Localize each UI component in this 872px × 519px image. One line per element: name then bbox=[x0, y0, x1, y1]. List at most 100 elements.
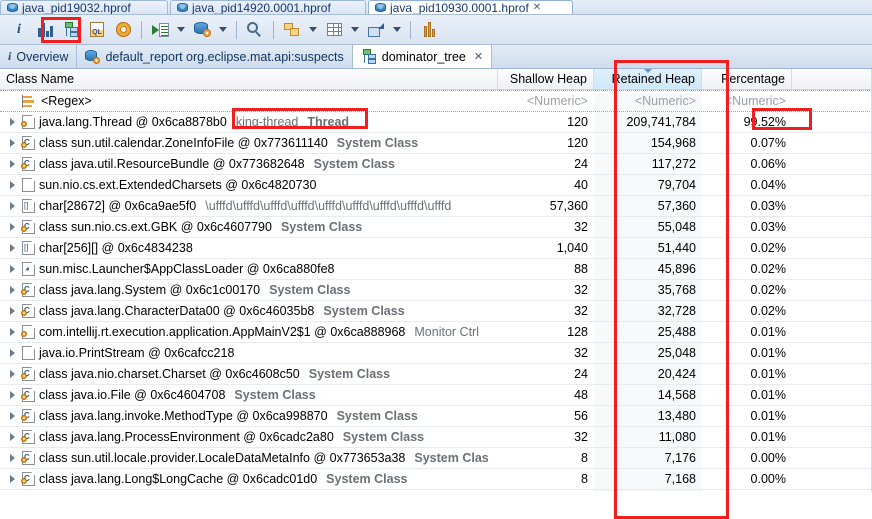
column-header-shallow-heap[interactable]: Shallow Heap bbox=[498, 69, 594, 89]
filter-cell-shallow-heap[interactable]: <Numeric> bbox=[498, 91, 594, 111]
table-icon[interactable] bbox=[321, 18, 347, 42]
expand-arrow-icon[interactable] bbox=[6, 202, 18, 210]
tab-overview[interactable]: i Overview bbox=[0, 45, 78, 68]
table-row[interactable]: [] char[256][] @ 0x6c4834238 1,040 51,440 0.… bbox=[0, 238, 872, 259]
cell-class-name[interactable]: sun.nio.cs.ext.ExtendedCharsets @ 0x6c48… bbox=[0, 175, 498, 195]
tab-dominator-tree[interactable]: dominator_tree ✕ bbox=[352, 45, 493, 68]
expand-arrow-icon[interactable] bbox=[6, 286, 18, 294]
table-row[interactable]: com.intellij.rt.execution.application.Ap… bbox=[0, 322, 872, 343]
cell-percentage: 0.02% bbox=[750, 283, 786, 297]
expand-arrow-icon[interactable] bbox=[6, 223, 18, 231]
cell-class-name[interactable]: com.intellij.rt.execution.application.Ap… bbox=[0, 322, 498, 342]
compare-icon[interactable] bbox=[416, 18, 442, 42]
cell-class-name[interactable]: [] char[256][] @ 0x6c4834238 bbox=[0, 238, 498, 258]
oql-icon[interactable]: QL bbox=[84, 18, 110, 42]
cell-class-name[interactable]: Cclass java.lang.System @ 0x6c1c00170 Sys… bbox=[0, 280, 498, 300]
table-row[interactable]: java.lang.Thread @ 0x6ca8878b0 king-threa… bbox=[0, 112, 872, 133]
array-icon: [] bbox=[22, 199, 35, 213]
cell-class-name[interactable]: Cclass java.util.ResourceBundle @ 0x7736… bbox=[0, 154, 498, 174]
expand-arrow-icon[interactable] bbox=[6, 454, 18, 462]
filter-cell-percentage[interactable]: <Numeric> bbox=[702, 91, 792, 111]
table-row[interactable]: ◕ sun.misc.Launcher$AppClassLoader @ 0x6c… bbox=[0, 259, 872, 280]
run-expert-system-test-icon[interactable] bbox=[147, 18, 173, 42]
cell-class-name[interactable]: Cclass java.nio.charset.Charset @ 0x6c46… bbox=[0, 364, 498, 384]
table-row[interactable]: Cclass java.lang.invoke.MethodType @ 0x6… bbox=[0, 406, 872, 427]
column-header-class-name[interactable]: Class Name bbox=[0, 69, 498, 89]
cell-class-name[interactable]: Cclass sun.nio.cs.ext.GBK @ 0x6c4607790 S… bbox=[0, 217, 498, 237]
expand-arrow-icon[interactable] bbox=[6, 412, 18, 420]
cell-class-name[interactable]: Cclass sun.util.locale.provider.LocaleDa… bbox=[0, 448, 498, 468]
cell-class-name[interactable]: [] char[28672] @ 0x6ca9ae5f0 \ufffd\ufffd\… bbox=[0, 196, 498, 216]
cell-class-name[interactable]: Cclass sun.util.calendar.ZoneInfoFile @ … bbox=[0, 133, 498, 153]
editor-tab-1[interactable]: java_pid14920.0001.hprof bbox=[170, 0, 366, 14]
table-filter-row[interactable]: <Regex> <Numeric> <Numeric> <Numeric> bbox=[0, 90, 872, 112]
expand-arrow-icon[interactable] bbox=[6, 370, 18, 378]
group-by-dropdown-caret[interactable] bbox=[305, 18, 321, 42]
table-row[interactable]: sun.nio.cs.ext.ExtendedCharsets @ 0x6c48… bbox=[0, 175, 872, 196]
cell-class-name[interactable]: Cclass java.io.File @ 0x6c4604708 System … bbox=[0, 385, 498, 405]
cell-retained-heap: 25,048 bbox=[594, 343, 702, 363]
expand-arrow-icon[interactable] bbox=[6, 307, 18, 315]
table-row[interactable]: Cclass sun.util.calendar.ZoneInfoFile @ … bbox=[0, 133, 872, 154]
filter-cell-class-name[interactable]: <Regex> bbox=[0, 91, 498, 111]
column-header-percentage[interactable]: Percentage bbox=[702, 69, 792, 89]
cell-class-name[interactable]: Cclass java.lang.ProcessEnvironment @ 0x… bbox=[0, 427, 498, 447]
table-row[interactable]: Cclass java.util.ResourceBundle @ 0x7736… bbox=[0, 154, 872, 175]
editor-tab-0[interactable]: java_pid19032.hprof bbox=[0, 0, 168, 14]
group-by-icon[interactable] bbox=[279, 18, 305, 42]
cell-filler bbox=[792, 301, 872, 321]
close-icon[interactable]: ✕ bbox=[474, 50, 483, 63]
expand-arrow-icon[interactable] bbox=[6, 475, 18, 483]
cell-class-name[interactable]: Cclass java.lang.invoke.MethodType @ 0x6… bbox=[0, 406, 498, 426]
column-header-retained-heap[interactable]: Retained Heap bbox=[594, 69, 702, 89]
expand-arrow-icon[interactable] bbox=[6, 391, 18, 399]
export-dropdown-caret[interactable] bbox=[389, 18, 405, 42]
object-instance-icon bbox=[21, 115, 35, 129]
cell-class-name[interactable]: Cclass java.lang.CharacterData00 @ 0x6c4… bbox=[0, 301, 498, 321]
cell-class-name[interactable]: java.lang.Thread @ 0x6ca8878b0 king-threa… bbox=[0, 112, 498, 132]
table-row[interactable]: Cclass java.lang.CharacterData00 @ 0x6c4… bbox=[0, 301, 872, 322]
cell-class-name[interactable]: Cclass sun.util.locale.BaseLocale @ 0x6c… bbox=[0, 490, 498, 492]
expand-arrow-icon[interactable] bbox=[6, 118, 18, 126]
expand-arrow-icon[interactable] bbox=[6, 244, 18, 252]
table-row[interactable]: Cclass java.nio.charset.Charset @ 0x6c46… bbox=[0, 364, 872, 385]
filter-cell-retained-heap[interactable]: <Numeric> bbox=[594, 91, 702, 111]
table-row[interactable]: Cclass java.lang.System @ 0x6c1c00170 Sys… bbox=[0, 280, 872, 301]
table-row[interactable]: Cclass sun.nio.cs.ext.GBK @ 0x6c4607790 S… bbox=[0, 217, 872, 238]
cell-percentage: 0.06% bbox=[750, 157, 786, 171]
tab-default-report[interactable]: default_report org.eclipse.mat.api:suspe… bbox=[77, 45, 353, 68]
cell-shallow-heap: 24 bbox=[574, 367, 588, 381]
editor-tab-2[interactable]: java_pid10930.0001.hprof ✕ bbox=[368, 0, 573, 14]
cell-class-name[interactable]: ◕ sun.misc.Launcher$AppClassLoader @ 0x6c… bbox=[0, 259, 498, 279]
table-row[interactable]: [] char[28672] @ 0x6ca9ae5f0 \ufffd\ufffd\… bbox=[0, 196, 872, 217]
cell-class-name[interactable]: Cclass java.lang.Long$LongCache @ 0x6cad… bbox=[0, 469, 498, 489]
cell-retained-heap: 35,768 bbox=[594, 280, 702, 300]
table-row[interactable]: Cclass java.lang.Long$LongCache @ 0x6cad… bbox=[0, 469, 872, 490]
search-icon[interactable] bbox=[242, 18, 268, 42]
expand-arrow-icon[interactable] bbox=[6, 265, 18, 273]
histogram-icon[interactable] bbox=[32, 18, 58, 42]
query-browser-icon[interactable] bbox=[189, 18, 215, 42]
export-icon[interactable] bbox=[363, 18, 389, 42]
query-browser-dropdown-caret[interactable] bbox=[215, 18, 231, 42]
view-tab-label: dominator_tree bbox=[381, 49, 466, 64]
close-icon[interactable]: ✕ bbox=[533, 2, 541, 13]
table-row[interactable]: Cclass java.io.File @ 0x6c4604708 System … bbox=[0, 385, 872, 406]
cell-class-name[interactable]: java.io.PrintStream @ 0x6cafcc218 bbox=[0, 343, 498, 363]
dominator-tree-icon[interactable] bbox=[58, 18, 84, 42]
expand-arrow-icon[interactable] bbox=[6, 328, 18, 336]
expand-arrow-icon[interactable] bbox=[6, 349, 18, 357]
expand-arrow-icon[interactable] bbox=[6, 160, 18, 168]
table-row[interactable]: Cclass sun.util.locale.BaseLocale @ 0x6c… bbox=[0, 490, 872, 492]
expand-arrow-icon[interactable] bbox=[6, 181, 18, 189]
calculate-retained-size-icon[interactable] bbox=[110, 18, 136, 42]
overview-info-icon[interactable]: i bbox=[6, 18, 32, 42]
expand-arrow-icon[interactable] bbox=[6, 139, 18, 147]
expand-arrow-icon[interactable] bbox=[6, 433, 18, 441]
view-tab-label: Overview bbox=[16, 49, 69, 64]
run-expert-system-dropdown-caret[interactable] bbox=[173, 18, 189, 42]
table-row[interactable]: java.io.PrintStream @ 0x6cafcc218 32 25,04… bbox=[0, 343, 872, 364]
table-row[interactable]: Cclass java.lang.ProcessEnvironment @ 0x… bbox=[0, 427, 872, 448]
table-row[interactable]: Cclass sun.util.locale.provider.LocaleDa… bbox=[0, 448, 872, 469]
table-dropdown-caret[interactable] bbox=[347, 18, 363, 42]
